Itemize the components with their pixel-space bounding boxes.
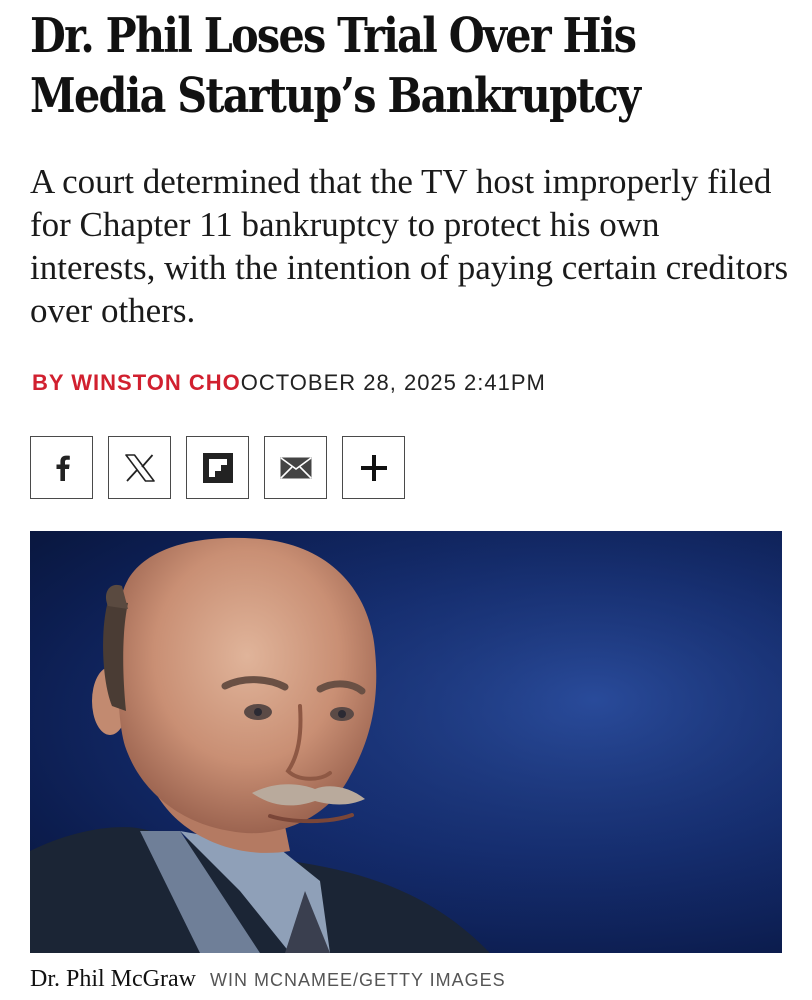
- plus-icon: [360, 454, 387, 481]
- article-dek: A court determined that the TV host impr…: [30, 162, 789, 330]
- headline-line-2: Media Startup’s Bankruptcy: [30, 68, 641, 124]
- facebook-icon: [56, 455, 70, 481]
- article-headline: Dr. Phil Loses Trial Over His Media Star…: [30, 6, 684, 126]
- share-flipboard-button[interactable]: [186, 436, 249, 499]
- photo-credit: WIN MCNAMEE/GETTY IMAGES: [209, 970, 506, 990]
- byline-date: OCTOBER 28, 2025 2:41PM: [240, 370, 546, 395]
- byline: BY WINSTON CHOOCTOBER 28, 2025 2:41PM: [32, 370, 546, 396]
- share-email-button[interactable]: [264, 436, 327, 499]
- byline-author-link[interactable]: BY WINSTON CHO: [32, 370, 241, 395]
- share-toolbar: [30, 436, 405, 499]
- email-icon: [279, 456, 312, 479]
- share-facebook-button[interactable]: [30, 436, 93, 499]
- flipboard-icon: [202, 452, 233, 483]
- share-x-button[interactable]: [108, 436, 171, 499]
- image-caption: Dr. Phil McGraw WIN MCNAMEE/GETTY IMAGES: [30, 966, 506, 993]
- headline-line-1: Dr. Phil Loses Trial Over His: [30, 8, 637, 64]
- caption-text: Dr. Phil McGraw: [30, 966, 196, 992]
- portrait-photo: [30, 531, 782, 953]
- x-icon: [124, 453, 155, 482]
- share-more-button[interactable]: [342, 436, 405, 499]
- hero-image: [30, 531, 782, 953]
